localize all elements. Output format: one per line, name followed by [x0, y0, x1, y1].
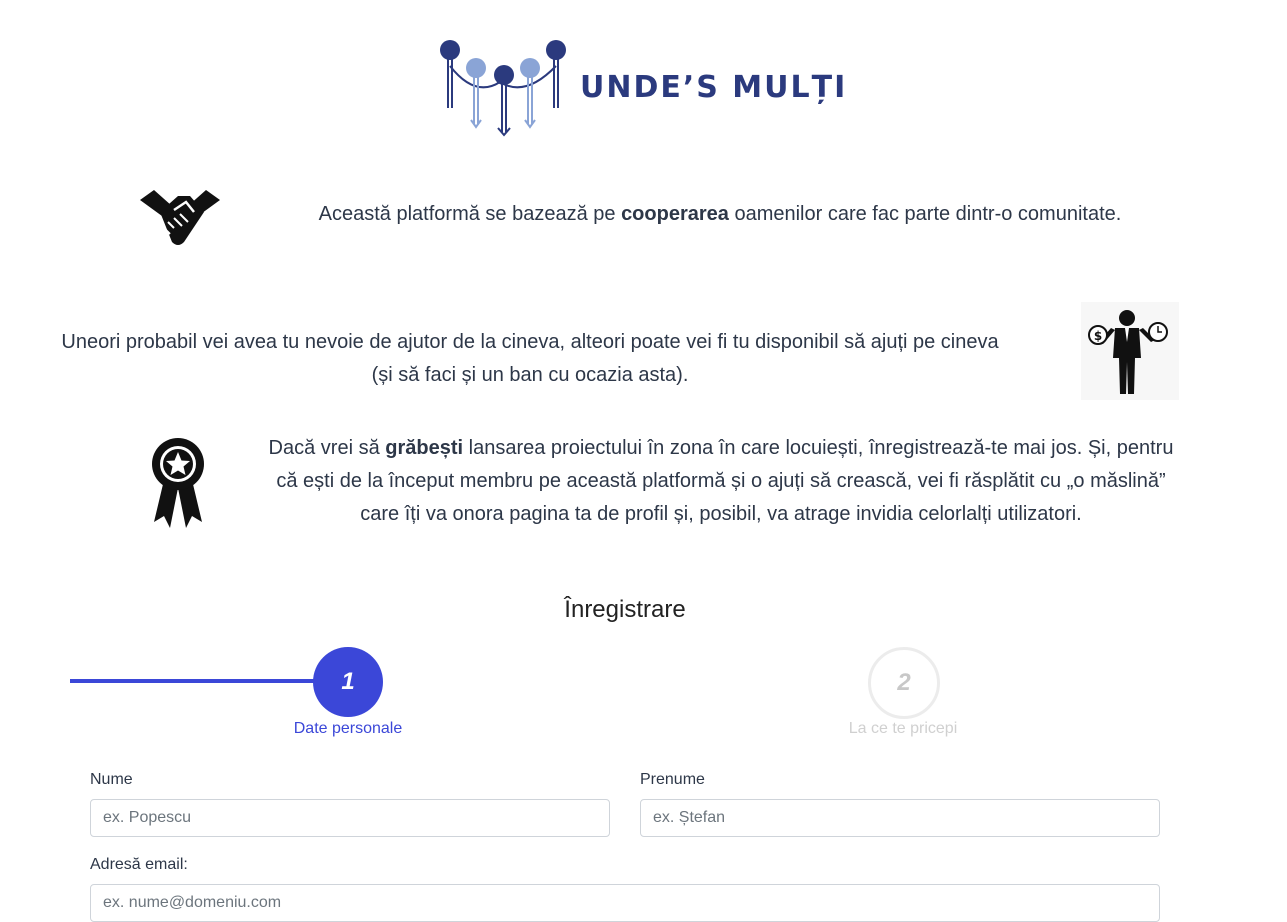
award-badge-icon — [146, 436, 210, 532]
intro-cooperation-text: Această platformă se bazează pe cooperar… — [270, 198, 1170, 231]
logo-text: UNDE’S MULȚI — [580, 70, 848, 105]
intro-emphasis: grăbești — [385, 437, 464, 459]
step-2-indicator[interactable]: 2 — [868, 647, 940, 719]
prenume-input[interactable] — [640, 799, 1160, 837]
email-input[interactable] — [90, 884, 1160, 922]
logo-people-icon — [440, 40, 566, 137]
intro-register-text: Dacă vrei să grăbești lansarea proiectul… — [262, 432, 1180, 531]
registration-title: Înregistrare — [564, 596, 686, 623]
intro-help-text: Uneori probabil vei avea tu nevoie de aj… — [61, 331, 999, 386]
email-label: Adresă email: — [90, 856, 188, 873]
nume-label: Nume — [90, 771, 133, 788]
step-2-label[interactable]: La ce te pricepi — [823, 720, 983, 738]
intro-text: oamenilor care fac parte dintr-o comunit… — [728, 203, 1122, 225]
step-1-label[interactable]: Date personale — [268, 720, 428, 738]
nume-input[interactable] — [90, 799, 610, 837]
intro-emphasis: cooperarea — [621, 203, 729, 225]
handshake-icon — [138, 182, 222, 252]
person-balance-icon: $ — [1081, 302, 1179, 400]
intro-text: Dacă vrei să — [268, 437, 386, 459]
svg-text:$: $ — [1094, 329, 1102, 343]
intro-text: Această platformă se bazează pe — [318, 203, 622, 225]
progress-line — [70, 679, 350, 683]
step-1-indicator[interactable]: 1 — [313, 647, 383, 717]
prenume-label: Prenume — [640, 771, 705, 788]
